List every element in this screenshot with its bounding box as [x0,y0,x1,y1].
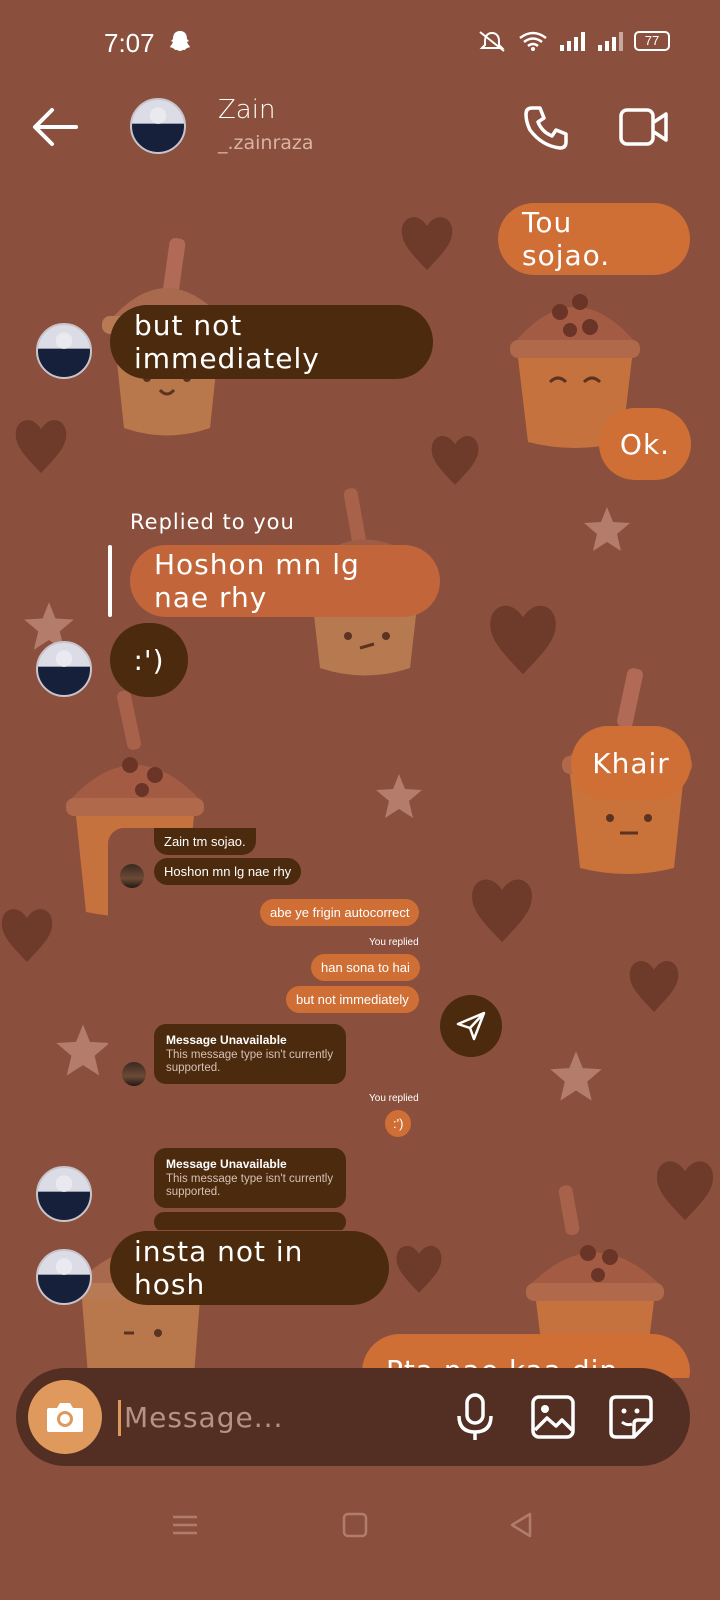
screenshot-you-replied-label: You replied [369,937,419,948]
unavailable-title: Message Unavailable [166,1157,287,1171]
text-cursor [118,1400,121,1436]
screenshot-message-clipped [154,1212,346,1230]
back-arrow-icon[interactable] [30,104,80,150]
contact-name[interactable]: Zain [218,95,275,125]
battery-indicator: 77 [634,31,670,51]
replied-label: Replied to you [130,510,295,534]
incoming-message[interactable]: but not immediately [110,305,433,379]
unavailable-subtitle: This message type isn't currently suppor… [166,1049,334,1074]
unavailable-title: Message Unavailable [166,1033,287,1047]
sticker-icon[interactable] [608,1394,654,1440]
send-arrow-icon [456,1011,486,1041]
screenshot-message: Zain tm sojao. [154,828,256,855]
shared-screenshot[interactable]: Zain tm sojao. Hoshon mn lg nae rhy abe … [108,828,428,1230]
heart-icon [401,217,453,270]
star-icon [584,507,630,551]
screenshot-unavailable-card: Message Unavailable This message type is… [154,1024,346,1084]
status-icons: 77 [476,30,670,52]
screenshot-message: but not immediately [286,986,419,1013]
reply-indicator-bar [108,545,112,617]
status-time: 7:07 [104,28,155,58]
message-input[interactable] [124,1392,424,1442]
heart-icon [15,420,67,473]
screenshot-unavailable-card: Message Unavailable This message type is… [154,1148,346,1208]
incoming-message[interactable]: :') [110,623,188,697]
mute-bell-icon [479,31,505,52]
heart-icon [629,961,679,1012]
heart-icon [1,909,53,962]
home-icon[interactable] [340,1510,370,1540]
signal-icon [560,32,585,51]
screenshot-message: abe ye frigin autocorrect [260,899,420,926]
sender-avatar[interactable] [36,1166,92,1222]
heart-icon [396,1245,442,1293]
voice-call-icon[interactable] [522,104,570,152]
signal-icon [598,32,623,51]
forward-button[interactable] [440,995,502,1057]
unavailable-subtitle: This message type isn't currently suppor… [166,1173,334,1198]
snapchat-notification-icon [170,31,190,51]
screenshot-avatar [120,864,144,888]
back-nav-icon[interactable] [506,1510,536,1540]
screenshot-message: han sona to hai [311,954,420,981]
screenshot-avatar [122,1062,146,1086]
outgoing-message[interactable]: Tou sojao. [498,203,690,275]
heart-icon [490,605,556,675]
wifi-icon [519,31,547,51]
incoming-message[interactable]: insta not in hosh [110,1231,389,1305]
microphone-icon[interactable] [454,1392,496,1442]
camera-icon [47,1403,83,1432]
star-icon [376,774,422,818]
star-icon [56,1024,110,1076]
sender-avatar[interactable] [36,641,92,697]
heart-icon [431,435,479,485]
camera-button[interactable] [28,1380,102,1454]
screenshot-you-replied-label: You replied [369,1093,419,1104]
contact-avatar[interactable] [130,98,186,154]
outgoing-message[interactable]: Ok. [599,408,691,480]
recent-apps-icon[interactable] [170,1510,200,1540]
video-call-icon[interactable] [618,104,670,150]
star-icon [550,1051,602,1101]
screenshot-message: :') [385,1110,412,1137]
sender-avatar[interactable] [36,323,92,379]
gallery-icon[interactable] [530,1394,576,1440]
screenshot-message: Hoshon mn lg nae rhy [154,858,302,885]
heart-icon [472,879,532,943]
outgoing-message[interactable]: Khair [571,726,691,800]
replied-message[interactable]: Hoshon mn lg nae rhy [130,545,440,617]
sender-avatar[interactable] [36,1249,92,1305]
contact-username[interactable]: _.zainraza [218,132,314,154]
